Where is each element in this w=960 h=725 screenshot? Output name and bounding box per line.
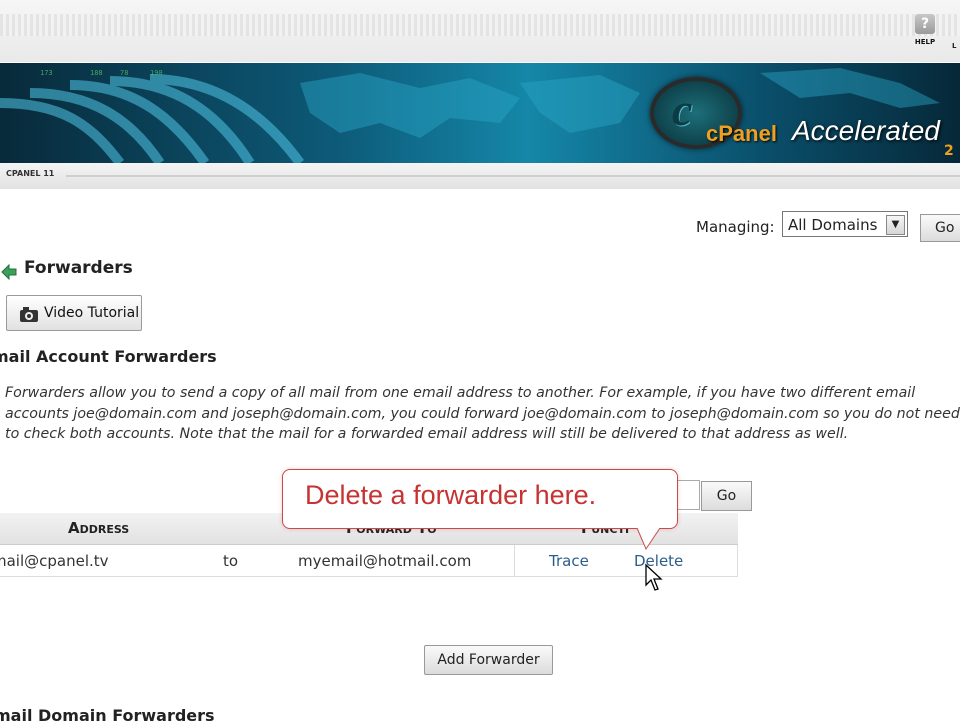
column-header-address[interactable]: Address [68, 519, 129, 537]
callout-pointer [636, 527, 661, 551]
brand-version: 2 [944, 143, 954, 159]
cell-separator: to [223, 552, 239, 570]
managing-label: Managing: [696, 218, 775, 236]
svg-text:190: 190 [150, 69, 163, 77]
question-icon: ? [915, 14, 935, 34]
video-tutorial-label: Video Tutorial [44, 305, 140, 321]
trace-link[interactable]: Trace [549, 552, 589, 570]
column-divider [514, 545, 515, 576]
section-title-account-forwarders: mail Account Forwarders [0, 347, 217, 366]
cell-forward-to: myemail@hotmail.com [298, 552, 472, 570]
top-toolbar: ? HELP L [0, 0, 960, 62]
video-tutorial-button[interactable]: Video Tutorial [6, 295, 142, 331]
forward-arrow-icon [1, 263, 17, 280]
divider [66, 175, 960, 177]
tutorial-callout: Delete a forwarder here. [282, 469, 678, 529]
brand-accelerated: Accelerated [792, 115, 940, 146]
callout-text: Delete a forwarder here. [305, 480, 597, 510]
toolbar-decoration [0, 14, 960, 36]
svg-text:78: 78 [120, 69, 128, 77]
help-label: HELP [914, 38, 936, 46]
breadcrumb-home[interactable]: CPANEL 11 [6, 169, 54, 178]
svg-text:173: 173 [40, 69, 53, 77]
breadcrumb-bar: CPANEL 11 [0, 163, 960, 189]
chevron-down-icon[interactable]: ▼ [886, 215, 905, 235]
add-forwarder-button[interactable]: Add Forwarder [424, 645, 553, 675]
page-title: Forwarders [24, 258, 133, 278]
managing-go-button[interactable]: Go [920, 214, 960, 242]
search-go-button[interactable]: Go [701, 481, 752, 511]
logout-label[interactable]: L [952, 42, 956, 50]
managing-selected-value: All Domains [788, 216, 878, 234]
cell-address: mail@cpanel.tv [0, 552, 109, 570]
svg-text:188: 188 [90, 69, 103, 77]
managing-domain-select[interactable]: All Domains ▼ [782, 211, 908, 237]
brand-cpanel: cPanel [706, 121, 777, 146]
cpanel-banner: 173 188 78 190 c cPanel Accelerated 2 [0, 63, 960, 163]
camera-icon [20, 307, 38, 322]
banner-artwork: 173 188 78 190 [0, 68, 940, 163]
table-row: mail@cpanel.tv to myemail@hotmail.com Tr… [0, 545, 738, 577]
mouse-pointer-icon [645, 563, 663, 591]
help-button[interactable]: ? HELP [913, 14, 937, 54]
section-title-domain-forwarders: mail Domain Forwarders [0, 706, 215, 725]
section-description: Forwarders allow you to send a copy of a… [5, 385, 960, 442]
